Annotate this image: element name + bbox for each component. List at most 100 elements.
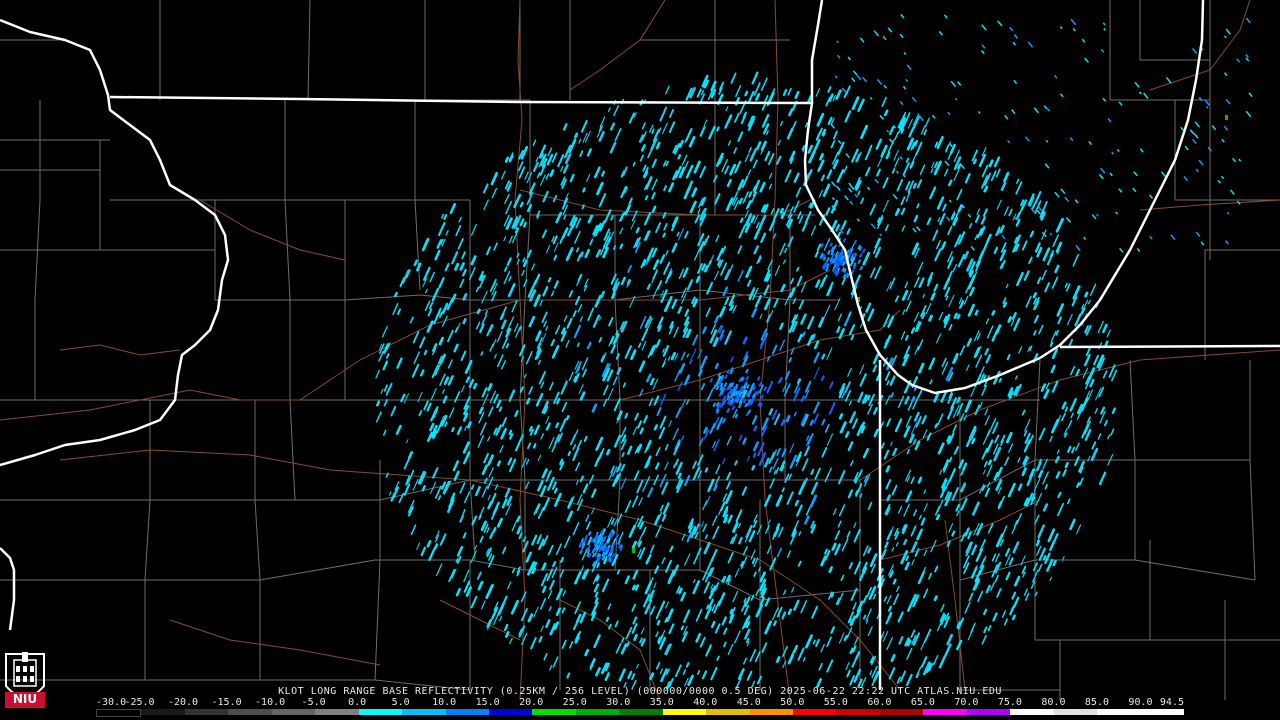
echo-streak — [925, 302, 932, 314]
echo-streak — [738, 434, 743, 442]
echo-streak — [1200, 241, 1205, 246]
echo-streak — [699, 126, 706, 137]
echo-streak — [882, 177, 889, 189]
echo-streak — [796, 266, 800, 272]
echo-streak — [652, 259, 660, 271]
echo-streak — [1009, 605, 1015, 616]
echo-streak — [432, 467, 439, 479]
echo-streak — [600, 447, 605, 454]
echo-streak — [563, 315, 568, 322]
echo-streak — [1245, 17, 1251, 24]
echo-streak — [723, 382, 728, 388]
echo-streak — [554, 324, 561, 335]
echo-streak — [1042, 503, 1049, 512]
echo-streak — [936, 240, 941, 250]
echo-streak — [537, 480, 544, 492]
echo-streak — [1053, 74, 1058, 79]
echo-streak — [935, 513, 941, 521]
echo-streak — [555, 543, 563, 556]
echo-streak — [1023, 270, 1030, 281]
echo-streak — [441, 481, 447, 490]
echo-streak — [903, 52, 907, 56]
echo-streak — [450, 293, 457, 303]
echo-streak — [560, 165, 564, 172]
echo-streak — [725, 490, 733, 504]
echo-streak — [726, 178, 732, 188]
echo-streak — [832, 130, 838, 140]
echo-streak — [1007, 139, 1011, 144]
echo-streak — [427, 308, 433, 317]
legend-tick-label: -5.0 — [301, 697, 326, 708]
echo-streak — [975, 548, 984, 562]
echo-streak — [841, 87, 847, 94]
echo-streak — [974, 309, 979, 316]
echo-streak — [872, 364, 878, 373]
echo-streak — [1015, 218, 1021, 227]
echo-streak — [707, 478, 715, 493]
echo-streak — [959, 413, 965, 422]
echo-streak — [936, 333, 942, 344]
echo-streak — [644, 603, 651, 615]
echo-streak — [684, 308, 690, 317]
echo-streak — [856, 600, 864, 613]
echo-streak — [654, 462, 660, 470]
echo-streak — [837, 313, 842, 322]
echo-streak — [900, 550, 909, 565]
echo-streak — [443, 376, 450, 385]
echo-streak — [825, 207, 831, 216]
echo-streak — [786, 550, 791, 558]
echo-streak — [542, 497, 550, 511]
echo-streak — [911, 559, 915, 566]
echo-streak — [651, 205, 657, 213]
echo-streak — [691, 187, 698, 198]
echo-streak — [1132, 187, 1137, 193]
legend-tick-label: 30.0 — [606, 697, 631, 708]
echo-streak — [905, 180, 911, 191]
echo-streak — [702, 523, 708, 533]
echo-streak — [643, 415, 648, 424]
echo-streak — [802, 656, 806, 662]
echo-streak — [772, 526, 779, 540]
echo-streak — [416, 262, 422, 272]
echo-streak — [752, 452, 757, 458]
echo-streak — [1006, 354, 1011, 361]
echo-streak — [1031, 203, 1036, 210]
echo-streak — [869, 96, 873, 100]
echo-streak — [539, 174, 546, 186]
echo-streak — [596, 181, 604, 196]
echo-streak — [709, 422, 716, 434]
echo-streak — [677, 472, 682, 479]
echo-streak — [679, 363, 686, 374]
echo-streak — [808, 150, 816, 164]
echo-streak — [851, 96, 860, 110]
echo-streak — [826, 169, 833, 180]
echo-streak — [754, 294, 762, 308]
echo-streak — [859, 265, 864, 271]
echo-streak — [659, 504, 664, 512]
echo-streak — [723, 627, 728, 635]
echo-streak — [582, 483, 589, 494]
echo-streak — [684, 553, 691, 566]
echo-streak — [703, 581, 710, 594]
echo-streak — [426, 540, 432, 548]
echo-streak — [906, 448, 910, 455]
echo-streak — [534, 503, 541, 514]
echo-streak — [426, 320, 434, 333]
radar-map[interactable] — [0, 0, 1280, 720]
echo-streak — [614, 620, 619, 628]
echo-streak — [924, 628, 932, 643]
echo-streak — [585, 521, 591, 530]
echo-streak — [781, 611, 786, 619]
echo-streak — [1049, 341, 1054, 347]
echo-streak — [562, 590, 567, 597]
echo-streak — [904, 395, 910, 405]
echo-streak — [665, 249, 669, 256]
echo-streak — [1086, 389, 1094, 402]
echo-streak — [712, 402, 717, 408]
echo-streak — [533, 424, 540, 435]
echo-streak — [694, 531, 699, 539]
echo-streak — [662, 232, 666, 238]
echo-streak — [653, 424, 659, 431]
echo-streak — [546, 153, 554, 166]
echo-streak — [1016, 271, 1024, 287]
